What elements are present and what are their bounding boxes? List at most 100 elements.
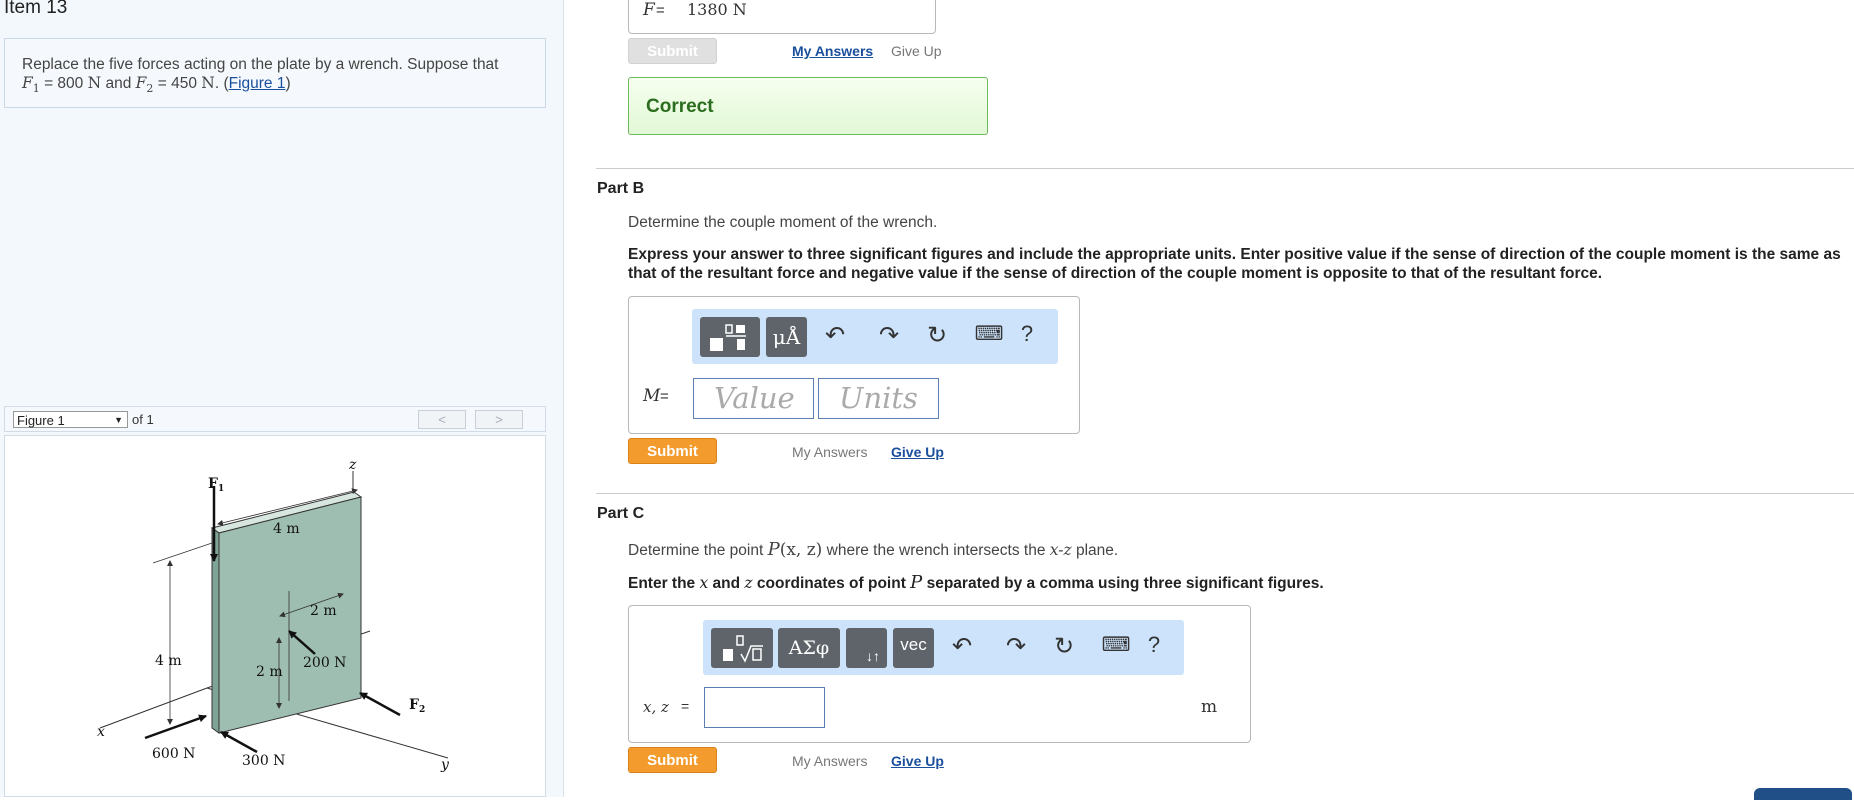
- next-item-button[interactable]: [1754, 788, 1852, 800]
- label-2m-horizontal: 2 m: [310, 603, 337, 619]
- and-text: and: [101, 75, 136, 92]
- template-icon: [710, 324, 746, 351]
- undo-icon[interactable]: ↶: [947, 632, 977, 661]
- keyboard-icon[interactable]: ⌨: [974, 321, 1004, 346]
- dim-ext-top: [152, 542, 213, 564]
- part-b-give-up-link[interactable]: Give Up: [891, 444, 944, 460]
- force-600n-arrow: [144, 714, 207, 740]
- label-y: y: [440, 757, 450, 773]
- part-a-eq: =: [656, 2, 665, 19]
- moment-value-input[interactable]: Value: [693, 378, 814, 419]
- f2-symbol: F: [135, 74, 147, 92]
- part-b-my-answers: My Answers: [792, 444, 868, 460]
- figure-panel: F1 F2 z x y 4 m 4 m 2 m 2 m 200 N 600 N …: [4, 435, 546, 797]
- figure-link[interactable]: Figure 1: [229, 75, 286, 92]
- label-2m-vertical: 2 m: [256, 664, 283, 680]
- f1-value: = 800: [39, 75, 88, 92]
- part-c-give-up-link[interactable]: Give Up: [891, 753, 944, 769]
- part-a-var: F: [643, 0, 655, 20]
- help-button[interactable]: ?: [1012, 321, 1042, 347]
- part-c-submit-button[interactable]: Submit: [628, 747, 717, 773]
- f1-unit: N: [87, 74, 102, 92]
- arrows-button[interactable]: ↓↑: [846, 628, 887, 668]
- part-c-question: Determine the point P(x, z) where the wr…: [628, 539, 1119, 560]
- updown-arrows-icon: ↓↑: [866, 648, 880, 664]
- part-c-unit: m: [1201, 697, 1218, 717]
- label-200n: 200 N: [303, 655, 346, 671]
- part-b-submit-button[interactable]: Submit: [628, 438, 717, 464]
- templates-button[interactable]: [700, 317, 760, 357]
- figure-select[interactable]: Figure 1 ▼: [13, 411, 128, 428]
- part-c-my-answers: My Answers: [792, 753, 868, 769]
- part-a-answer-box: F = 1380 N: [628, 0, 936, 34]
- point-coordinates-input[interactable]: [704, 687, 825, 728]
- prev-figure-button[interactable]: <: [418, 410, 466, 429]
- part-c-answer-box: ΑΣφ ↓↑ vec ↶ ↷ ↻ ⌨ ? x, z = m: [628, 605, 1251, 743]
- label-height-4m: 4 m: [155, 653, 182, 669]
- units-label: μÅ: [772, 325, 801, 349]
- label-z: z: [348, 457, 357, 473]
- redo-icon[interactable]: ↷: [1001, 632, 1031, 661]
- label-600n: 600 N: [152, 746, 195, 762]
- f2-unit: N: [201, 74, 215, 92]
- divider: [596, 168, 1854, 169]
- part-a-submit-button: Submit: [628, 38, 717, 64]
- part-b-instruction: Express your answer to three significant…: [628, 246, 1841, 282]
- part-b-answer-box: μÅ ↶ ↷ ↻ ⌨ ? M = Value Units: [628, 296, 1080, 434]
- part-c-title: Part C: [597, 505, 645, 522]
- part-c-instruction: Enter the x and z coordinates of point P…: [628, 572, 1324, 593]
- force-300n-arrow: [220, 730, 258, 754]
- part-b-var: M: [643, 386, 661, 406]
- correct-label: Correct: [646, 96, 714, 117]
- part-a-give-up: Give Up: [891, 43, 942, 59]
- next-figure-button[interactable]: >: [475, 410, 523, 429]
- templates-button[interactable]: [711, 628, 773, 668]
- part-c-toolbar: ΑΣφ ↓↑ vec ↶ ↷ ↻ ⌨ ?: [703, 620, 1184, 675]
- greek-label: ΑΣφ: [788, 637, 830, 659]
- figure-nav-bar: Figure 1 ▼ of 1 < >: [4, 406, 546, 432]
- part-b-title: Part B: [597, 180, 645, 197]
- reset-icon[interactable]: ↻: [922, 321, 952, 350]
- reset-icon[interactable]: ↻: [1049, 632, 1079, 661]
- label-300n: 300 N: [242, 753, 285, 769]
- problem-statement: Replace the five forces acting on the pl…: [4, 38, 546, 108]
- units-button[interactable]: μÅ: [766, 317, 807, 357]
- undo-icon[interactable]: ↶: [820, 321, 850, 350]
- greek-symbols-button[interactable]: ΑΣφ: [778, 628, 840, 668]
- figure-select-value: Figure 1: [17, 413, 65, 428]
- paren-close: ): [285, 75, 291, 92]
- label-f1: F1: [208, 476, 224, 494]
- chevron-down-icon: ▼: [114, 415, 123, 425]
- vec-label: vec: [900, 635, 927, 654]
- part-a-correct-banner: Correct: [628, 77, 988, 135]
- figure-count: of 1: [132, 412, 154, 427]
- label-f2: F2: [409, 697, 425, 715]
- part-c-var: x, z: [643, 698, 669, 716]
- part-b-question: Determine the couple moment of the wrenc…: [628, 214, 938, 231]
- left-panel: Item 13 Replace the five forces acting o…: [0, 0, 564, 797]
- label-x: x: [97, 724, 105, 740]
- label-width-4m: 4 m: [273, 521, 300, 537]
- plate-figure: F1 F2 z x y 4 m 4 m 2 m 2 m 200 N 600 N …: [97, 457, 450, 773]
- force-f2-arrow: [359, 691, 401, 717]
- keyboard-icon[interactable]: ⌨: [1101, 632, 1131, 657]
- item-title: Item 13: [4, 0, 68, 18]
- chevron-right-icon: >: [495, 412, 503, 427]
- redo-icon[interactable]: ↷: [874, 321, 904, 350]
- problem-text: Replace the five forces acting on the pl…: [22, 56, 499, 73]
- moment-units-input[interactable]: Units: [818, 378, 939, 419]
- vector-button[interactable]: vec: [893, 628, 934, 668]
- f1-subscript: 1: [32, 82, 40, 96]
- part-a-my-answers-link[interactable]: My Answers: [792, 43, 873, 59]
- part-c-eq: =: [681, 698, 690, 714]
- divider: [596, 493, 1854, 494]
- paren-open: . (: [214, 75, 229, 92]
- template-icon: [723, 635, 763, 663]
- f2-value: = 450: [153, 75, 202, 92]
- part-b-eq: =: [660, 388, 669, 405]
- part-a-value: 1380 N: [687, 0, 747, 19]
- part-b-toolbar: μÅ ↶ ↷ ↻ ⌨ ?: [692, 309, 1058, 364]
- f1-symbol: F: [22, 74, 33, 92]
- help-button[interactable]: ?: [1139, 632, 1169, 658]
- chevron-left-icon: <: [438, 412, 446, 427]
